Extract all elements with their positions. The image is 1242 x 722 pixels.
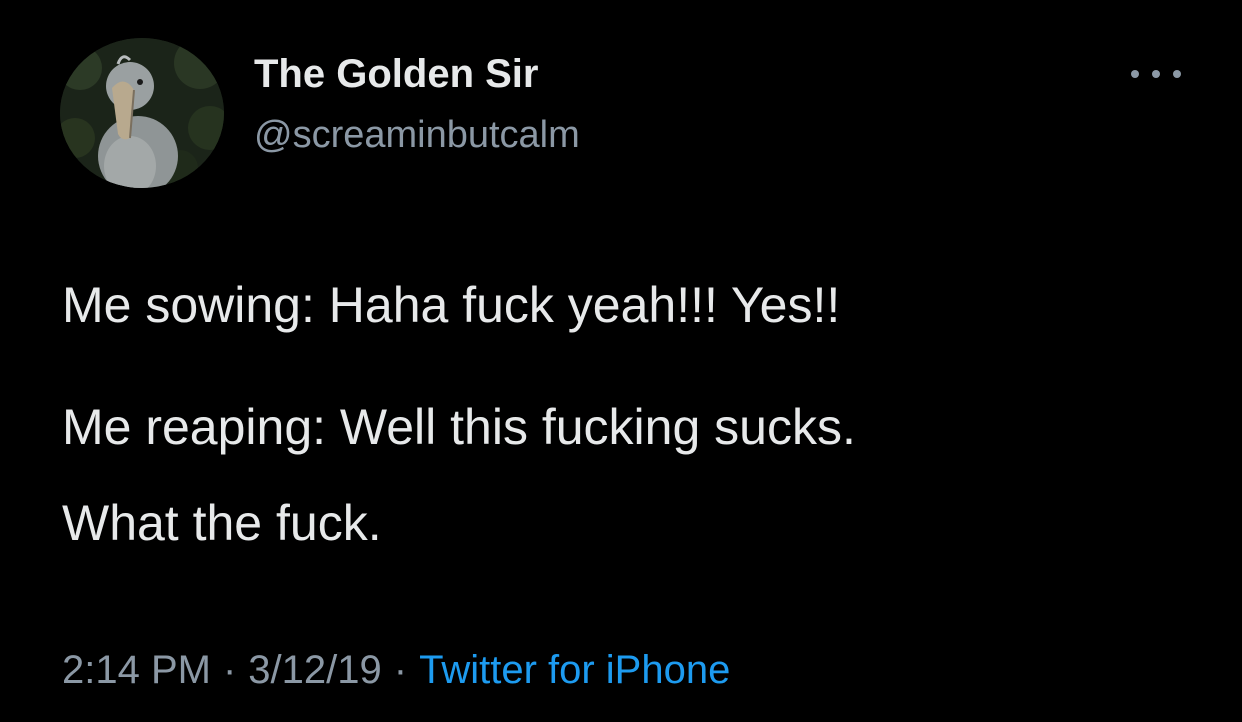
display-name[interactable]: The Golden Sir <box>254 52 538 97</box>
more-options-button[interactable] <box>1128 60 1184 88</box>
tweet-text-line: Me reaping: Well this fucking sucks. <box>62 399 856 455</box>
tweet-text-line: What the fuck. <box>62 495 382 551</box>
user-handle[interactable]: @screaminbutcalm <box>254 114 580 157</box>
tweet-meta: 2:14 PM · 3/12/19 · Twitter for iPhone <box>62 650 730 690</box>
tweet-card: The Golden Sir @screaminbutcalm Me sowin… <box>0 0 1242 722</box>
tweet-source-link[interactable]: Twitter for iPhone <box>419 648 730 692</box>
more-dots-icon <box>1131 70 1139 78</box>
meta-separator: · <box>222 648 237 692</box>
shoebill-avatar-icon <box>60 38 224 188</box>
tweet-time[interactable]: 2:14 PM <box>62 648 211 692</box>
tweet-date[interactable]: 3/12/19 <box>248 648 381 692</box>
tweet-text-line: Me sowing: Haha fuck yeah!!! Yes!! <box>62 277 841 333</box>
more-dots-icon <box>1152 70 1160 78</box>
meta-separator: · <box>393 648 408 692</box>
more-dots-icon <box>1173 70 1181 78</box>
avatar[interactable] <box>60 38 224 188</box>
